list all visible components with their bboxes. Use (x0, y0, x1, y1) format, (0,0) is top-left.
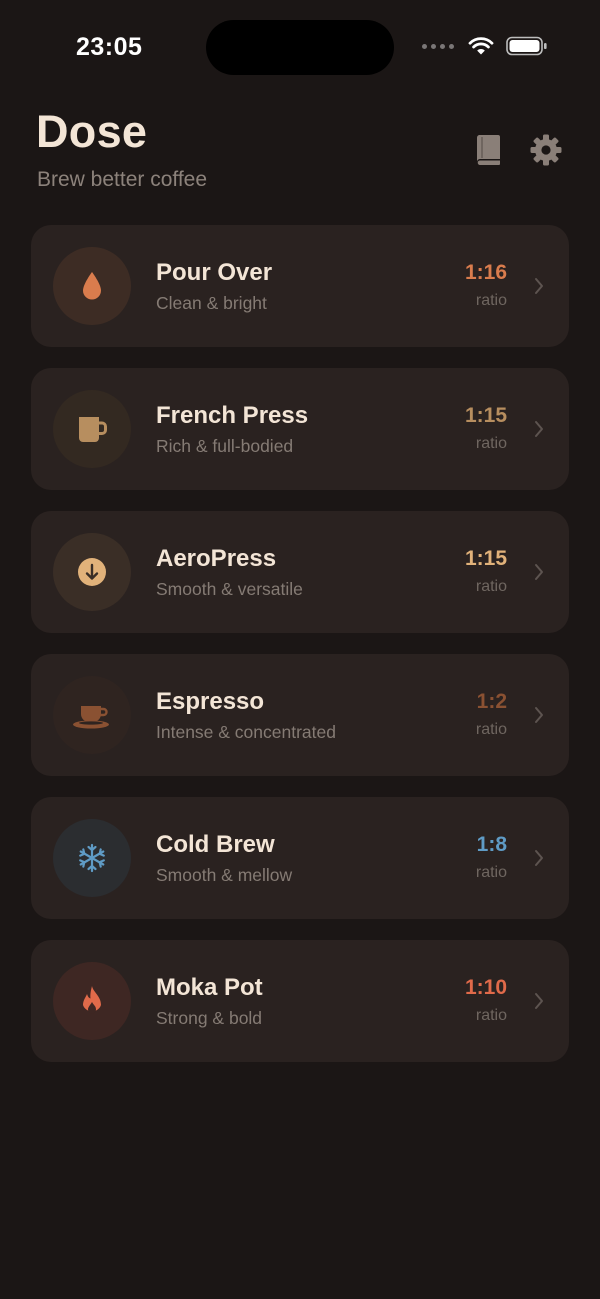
method-ratio: 1:16 (464, 261, 507, 284)
method-name: French Press (156, 402, 309, 429)
wifi-icon (468, 37, 494, 55)
method-description: Strong & bold (156, 1008, 263, 1028)
method-ratio: 1:15 (464, 547, 507, 570)
method-description: Rich & full-bodied (156, 436, 294, 456)
app-subtitle: Brew better coffee (37, 168, 208, 191)
battery-icon (506, 36, 547, 56)
method-name: Moka Pot (156, 974, 263, 1001)
status-icons (422, 36, 548, 56)
method-description: Intense & concentrated (156, 722, 336, 742)
method-card-french-press[interactable]: French Press Rich & full-bodied 1:15 rat… (31, 368, 569, 490)
arrow-down-circle-icon (78, 558, 106, 586)
method-ratio: 1:10 (464, 976, 507, 999)
chevron-right-icon (535, 993, 543, 1009)
method-ratio-label: ratio (475, 864, 507, 881)
method-icon-circle (53, 819, 131, 897)
chevron-right-icon (535, 421, 543, 437)
method-description: Smooth & versatile (156, 579, 303, 599)
flame-icon (83, 986, 101, 1014)
app-title: Dose (36, 106, 148, 157)
dynamic-island (206, 20, 394, 75)
method-name: AeroPress (156, 545, 277, 572)
method-name: Pour Over (156, 259, 273, 286)
method-card-cold-brew[interactable]: Cold Brew Smooth & mellow 1:8 ratio (31, 797, 569, 919)
method-icon-circle (53, 390, 131, 468)
book-icon (476, 135, 500, 165)
method-description: Smooth & mellow (156, 865, 293, 885)
method-name: Espresso (156, 688, 265, 715)
method-icon-circle (53, 962, 131, 1040)
method-description: Clean & bright (156, 293, 267, 313)
method-card-pour-over[interactable]: Pour Over Clean & bright 1:16 ratio (31, 225, 569, 347)
method-icon-circle (53, 676, 131, 754)
chevron-right-icon (535, 707, 543, 723)
method-card-aeropress[interactable]: AeroPress Smooth & versatile 1:15 ratio (31, 511, 569, 633)
method-icon-circle (53, 533, 131, 611)
chevron-right-icon (535, 850, 543, 866)
method-icon-circle (53, 247, 131, 325)
method-ratio-label: ratio (475, 435, 507, 452)
method-ratio-label: ratio (475, 721, 507, 738)
method-ratio: 1:8 (476, 833, 507, 856)
snowflake-icon (79, 843, 105, 873)
gear-icon (530, 134, 562, 166)
status-bar: 23:05 (0, 0, 600, 96)
method-name: Cold Brew (156, 831, 275, 858)
method-ratio-label: ratio (475, 1007, 507, 1024)
library-button[interactable] (468, 130, 508, 170)
brew-method-list: Pour Over Clean & bright 1:16 ratio Fren… (31, 225, 569, 1083)
method-card-moka-pot[interactable]: Moka Pot Strong & bold 1:10 ratio (31, 940, 569, 1062)
chevron-right-icon (535, 564, 543, 580)
method-ratio: 1:2 (476, 690, 507, 713)
method-ratio: 1:15 (464, 404, 507, 427)
method-ratio-label: ratio (475, 578, 507, 595)
cellular-signal-icon (422, 43, 454, 49)
drop-icon (83, 272, 101, 300)
chevron-right-icon (535, 278, 543, 294)
mug-icon (79, 417, 107, 442)
method-card-espresso[interactable]: Espresso Intense & concentrated 1:2 rati… (31, 654, 569, 776)
settings-button[interactable] (526, 130, 566, 170)
method-ratio-label: ratio (475, 292, 507, 309)
status-time: 23:05 (76, 33, 143, 61)
espresso-cup-icon (73, 706, 109, 729)
